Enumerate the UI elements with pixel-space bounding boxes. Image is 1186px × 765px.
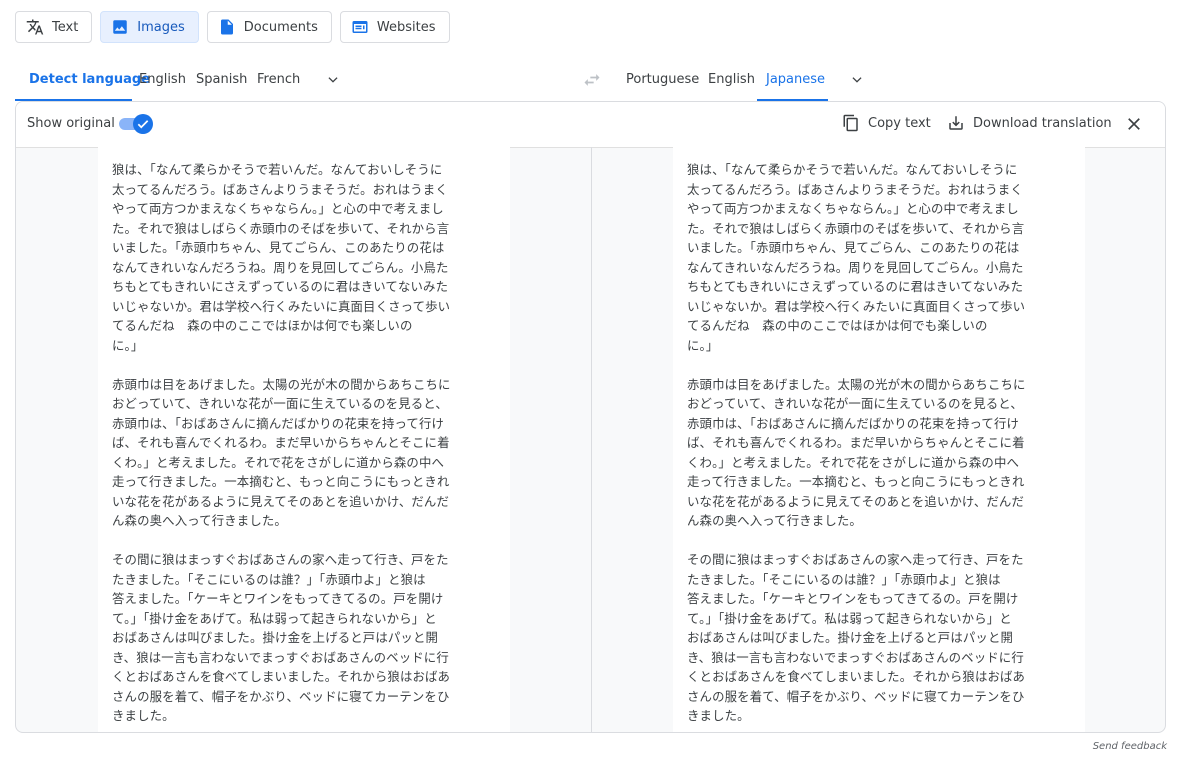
copy-text-label: Copy text	[868, 115, 931, 131]
panel-divider	[591, 147, 592, 732]
translation-panel: Show original Copy text Download transla…	[15, 101, 1166, 733]
source-lang-spanish[interactable]: Spanish	[196, 72, 247, 87]
download-translation-button[interactable]: Download translation	[947, 114, 1112, 132]
send-feedback-link[interactable]: Send feedback	[1093, 741, 1167, 752]
target-more-chevron-icon[interactable]	[850, 73, 864, 87]
document-icon	[220, 19, 233, 35]
translated-paragraph: 赤頭巾は目をあげました。太陽の光が木の間からあちこちに おどっていて、きれいな花…	[687, 376, 1026, 529]
original-paragraph: 赤頭巾は目をあげました。太陽の光が木の間からあちこちに おどっていて、きれいな花…	[112, 376, 451, 529]
image-icon	[113, 20, 128, 34]
translated-image-page: 狼は、「なんて柔らかそうで若いんだ。なんておいしそうに 太ってるんだろう。ばあさ…	[673, 147, 1085, 732]
download-translation-label: Download translation	[973, 115, 1112, 131]
original-paragraph: 狼は、「なんて柔らかそうで若いんだ。なんておいしそうに 太ってるんだろう。ばあさ…	[112, 162, 451, 353]
language-bar: Detect language English Spanish French P…	[0, 60, 1186, 102]
close-icon[interactable]	[1125, 115, 1143, 133]
translated-paragraph: その間に狼はまっすぐおばあさんの家へ走って行き、戸をた たきました。「そこにいる…	[687, 552, 1026, 723]
tab-documents-label: Documents	[243, 19, 318, 35]
tab-websites-label: Websites	[376, 19, 436, 35]
download-icon	[949, 116, 963, 130]
tab-websites[interactable]: Websites	[339, 11, 450, 43]
original-image-page: 狼は、「なんて柔らかそうで若いんだ。なんておいしそうに 太ってるんだろう。ばあさ…	[98, 147, 510, 732]
website-icon	[352, 21, 368, 33]
copy-icon	[843, 114, 858, 132]
tab-text-label: Text	[52, 19, 79, 35]
original-paragraph: その間に狼はまっすぐおばあさんの家へ走って行き、戸をた たきました。「そこにいる…	[112, 552, 451, 723]
source-lang-detect[interactable]: Detect language	[29, 72, 150, 87]
tab-images-label: Images	[137, 19, 185, 35]
tab-documents[interactable]: Documents	[206, 11, 332, 43]
check-icon	[137, 120, 149, 129]
toggle-knob	[133, 114, 153, 134]
panel-toolbar: Show original Copy text Download transla…	[16, 102, 1165, 148]
tab-text[interactable]: Text	[15, 11, 93, 43]
translated-paragraph: 狼は、「なんて柔らかそうで若いんだ。なんておいしそうに 太ってるんだろう。ばあさ…	[687, 162, 1026, 353]
target-lang-japanese[interactable]: Japanese	[766, 72, 825, 87]
source-more-chevron-icon[interactable]	[326, 73, 340, 87]
show-original-label: Show original	[27, 116, 115, 131]
translate-icon	[26, 19, 44, 35]
source-lang-english[interactable]: English	[139, 72, 186, 87]
target-lang-portuguese[interactable]: Portuguese	[626, 72, 699, 87]
tab-images[interactable]: Images	[100, 11, 199, 43]
swap-languages-icon[interactable]	[582, 70, 602, 90]
source-lang-french[interactable]: French	[257, 72, 300, 87]
show-original-toggle[interactable]	[119, 114, 153, 134]
copy-text-button[interactable]: Copy text	[842, 114, 931, 132]
mode-tabs: Text Images Documents Websites	[15, 11, 450, 43]
target-lang-english[interactable]: English	[708, 72, 755, 87]
